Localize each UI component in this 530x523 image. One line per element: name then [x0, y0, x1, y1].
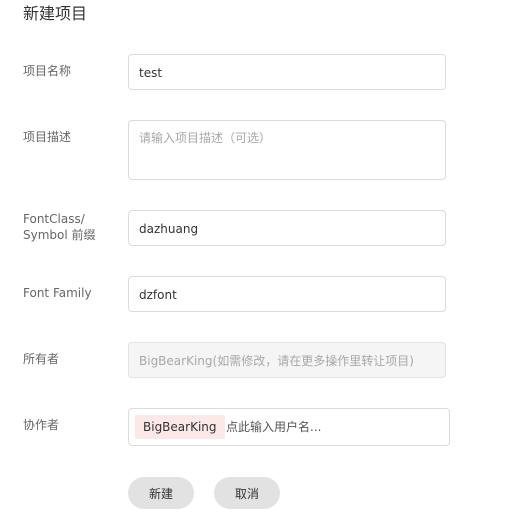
- font-family-input[interactable]: dzfont: [128, 276, 446, 312]
- font-family-value: dzfont: [139, 288, 177, 302]
- font-class-prefix-value: dazhuang: [139, 222, 199, 236]
- font-class-prefix-label-line1: FontClass/: [23, 212, 85, 226]
- collaborators-label: 协作者: [23, 418, 60, 432]
- owner-value: BigBearKing(如需修改，请在更多操作里转让项目): [139, 354, 414, 368]
- collaborators-input[interactable]: BigBearKing 点此输入用户名...: [128, 408, 450, 446]
- collaborator-tag[interactable]: BigBearKing: [135, 415, 225, 439]
- owner-label: 所有者: [23, 352, 60, 366]
- font-class-prefix-label: FontClass/ Symbol 前缀: [23, 211, 96, 243]
- page-title: 新建项目: [23, 4, 88, 23]
- font-family-label: Font Family: [23, 286, 92, 300]
- project-name-value: test: [139, 66, 163, 80]
- project-name-label: 项目名称: [23, 64, 72, 78]
- project-description-textarea[interactable]: 请输入项目描述（可选）: [128, 120, 446, 180]
- project-description-label: 项目描述: [23, 130, 72, 144]
- project-name-input[interactable]: test: [128, 54, 446, 90]
- create-button[interactable]: 新建: [128, 477, 194, 509]
- font-class-prefix-label-line2: Symbol 前缀: [23, 228, 96, 242]
- project-description-placeholder: 请输入项目描述（可选）: [139, 131, 272, 145]
- cancel-button[interactable]: 取消: [214, 477, 280, 509]
- collaborator-search-placeholder[interactable]: 点此输入用户名...: [226, 419, 321, 435]
- owner-input: BigBearKing(如需修改，请在更多操作里转让项目): [128, 342, 446, 378]
- font-class-prefix-input[interactable]: dazhuang: [128, 210, 446, 246]
